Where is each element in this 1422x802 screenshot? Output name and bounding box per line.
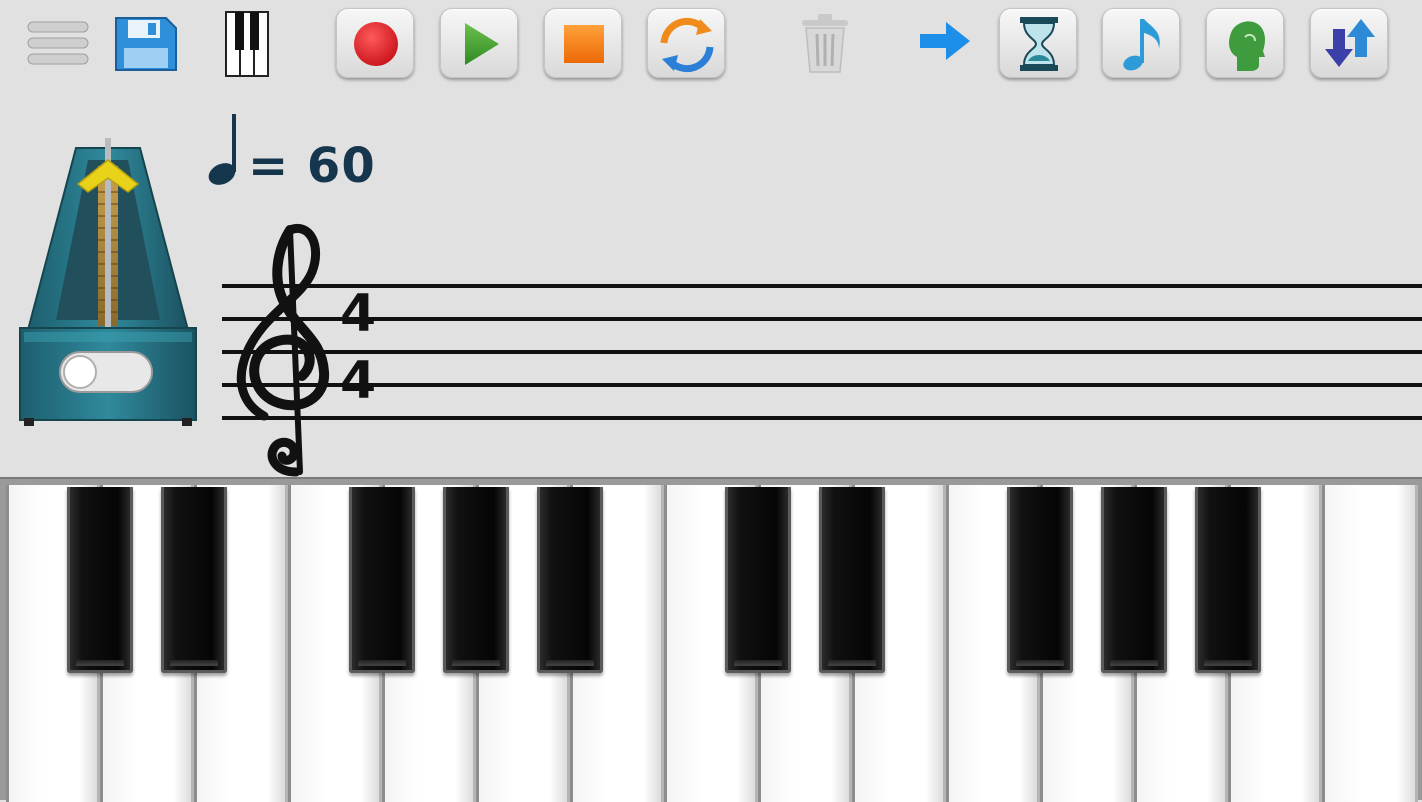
- loop-icon: [660, 17, 714, 73]
- music-note-icon: [1123, 19, 1160, 71]
- play-button[interactable]: [440, 8, 518, 78]
- next-button[interactable]: [906, 8, 984, 78]
- menu-icon: [27, 21, 89, 65]
- black-key-f-sharp[interactable]: [1007, 487, 1073, 673]
- arrow-right-icon: [920, 22, 970, 60]
- delete-button[interactable]: [786, 8, 864, 78]
- tempo-marking[interactable]: = 60: [204, 112, 376, 194]
- piano-keys-icon: [225, 11, 269, 77]
- trash-icon: [802, 14, 848, 73]
- black-key-c-sharp[interactable]: [725, 487, 791, 673]
- stop-button[interactable]: [544, 8, 622, 78]
- piano-keyboard: [0, 477, 1422, 802]
- record-button[interactable]: [336, 8, 414, 78]
- black-key-a-sharp[interactable]: [1195, 487, 1261, 673]
- tempo-button[interactable]: [999, 8, 1077, 78]
- up-down-arrows-icon: [1325, 19, 1375, 67]
- loop-button[interactable]: [647, 8, 725, 78]
- black-key-a-sharp[interactable]: [537, 487, 603, 673]
- toolbar: [0, 0, 1422, 90]
- menu-button[interactable]: [18, 8, 96, 78]
- black-key-g-sharp[interactable]: [1101, 487, 1167, 673]
- note-button[interactable]: [1102, 8, 1180, 78]
- keyboard-button[interactable]: [208, 8, 286, 78]
- stop-icon: [564, 25, 604, 63]
- music-staff[interactable]: 4 4: [0, 222, 1422, 480]
- staff-lines: [222, 224, 1422, 477]
- time-signature-denominator: 4: [340, 351, 377, 411]
- black-key-d-sharp[interactable]: [161, 487, 227, 673]
- time-signature-numerator: 4: [340, 284, 377, 344]
- listen-head-icon: [1229, 21, 1265, 71]
- transpose-button[interactable]: [1310, 8, 1388, 78]
- voice-button[interactable]: [1206, 8, 1284, 78]
- hourglass-icon: [1020, 17, 1058, 71]
- play-icon: [465, 23, 499, 65]
- black-key-d-sharp[interactable]: [819, 487, 885, 673]
- white-key-c[interactable]: [1322, 485, 1418, 802]
- black-key-f-sharp[interactable]: [349, 487, 415, 673]
- black-key-g-sharp[interactable]: [443, 487, 509, 673]
- tempo-value: = 60: [248, 138, 376, 194]
- record-icon: [354, 22, 398, 66]
- floppy-disk-icon: [115, 17, 177, 71]
- black-key-c-sharp[interactable]: [67, 487, 133, 673]
- quarter-note-icon: [208, 114, 236, 185]
- save-button[interactable]: [106, 8, 184, 78]
